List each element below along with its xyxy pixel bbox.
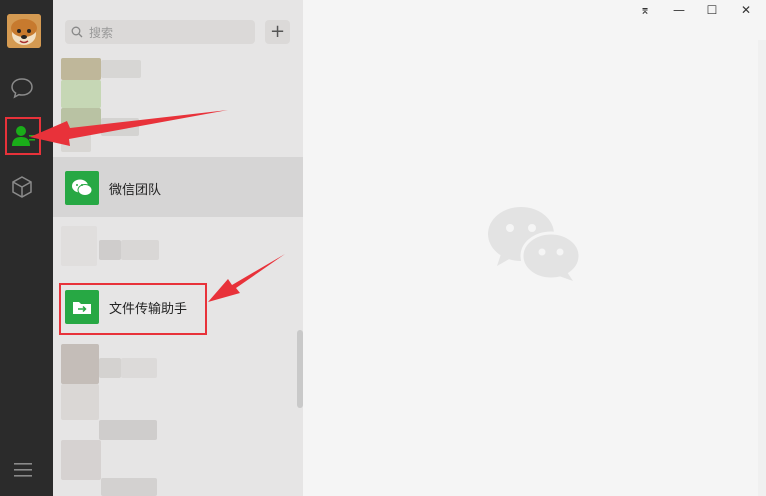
contact-name: 微信团队 — [109, 183, 162, 198]
right-edge-panel — [758, 40, 766, 496]
sidebar — [0, 0, 53, 496]
close-icon[interactable]: ✕ — [736, 2, 756, 18]
cube-icon[interactable] — [8, 173, 36, 201]
search-icon — [71, 26, 83, 38]
menu-icon[interactable] — [14, 462, 32, 478]
contact-wechat-team[interactable]: 微信团队 — [53, 157, 303, 217]
search-input[interactable]: 搜索 — [65, 20, 255, 44]
search-placeholder: 搜索 — [89, 26, 114, 40]
pin-icon[interactable]: ⌆ — [635, 2, 655, 18]
add-button[interactable]: + — [265, 20, 290, 44]
user-avatar[interactable] — [7, 14, 41, 48]
chat-area: ⌆ — ☐ ✕ — [303, 0, 766, 496]
wechat-logo-watermark-icon — [488, 207, 582, 281]
chat-icon[interactable] — [8, 74, 36, 102]
contact-list-panel: 搜索 + 微信团队 文件传输助手 — [53, 0, 303, 496]
contacts-icon[interactable] — [9, 122, 37, 150]
plus-icon: + — [269, 21, 286, 42]
minimize-icon[interactable]: — — [669, 2, 689, 18]
maximize-icon[interactable]: ☐ — [702, 2, 722, 18]
wechat-team-icon — [65, 171, 99, 205]
file-helper-highlight-box — [59, 283, 207, 335]
